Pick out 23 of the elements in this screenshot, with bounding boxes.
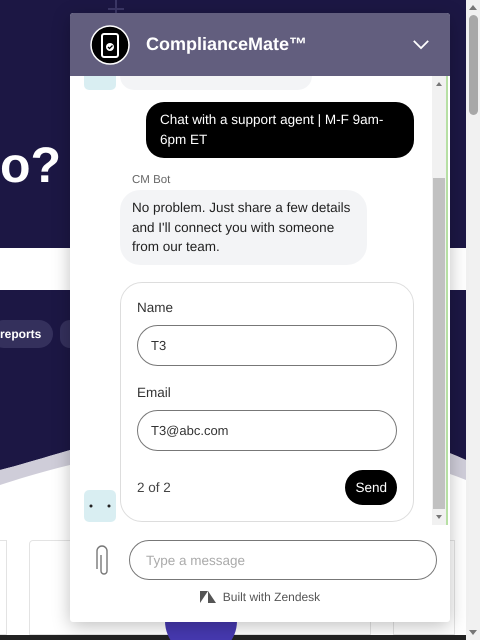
filter-chip[interactable]: reports: [0, 320, 54, 348]
page-scrollbar[interactable]: [466, 0, 480, 640]
filter-chip[interactable]: [60, 320, 70, 348]
bot-avatar: [84, 490, 116, 522]
user-message: Chat with a support agent | M-F 9am-6pm ET: [146, 102, 414, 158]
send-button[interactable]: Send: [345, 470, 397, 504]
footer-text[interactable]: Built with Zendesk: [222, 590, 320, 604]
input-field[interactable]: T3@abc.com: [137, 410, 397, 450]
clipboard-check-icon: [90, 24, 130, 64]
message-field[interactable]: Type a message: [129, 540, 437, 580]
input-field[interactable]: T3: [137, 324, 397, 366]
paperclip-icon[interactable]: [95, 543, 109, 577]
page-heading: o?: [0, 140, 62, 190]
step-counter: 2 of 2: [137, 480, 171, 494]
bot-avatar: [84, 76, 116, 90]
bot-message: No problem. Just share a few details and I'll connect you with someone from our team.: [120, 190, 367, 264]
zendesk-logo-icon: [200, 591, 216, 603]
chevron-down-icon[interactable]: [412, 39, 430, 50]
chat-title: ComplianceMate™: [146, 34, 308, 55]
field-label: Email: [137, 384, 172, 400]
chat-scrollbar[interactable]: [432, 76, 448, 525]
sender-name: CM Bot: [132, 174, 172, 186]
field-label: Name: [137, 300, 174, 314]
